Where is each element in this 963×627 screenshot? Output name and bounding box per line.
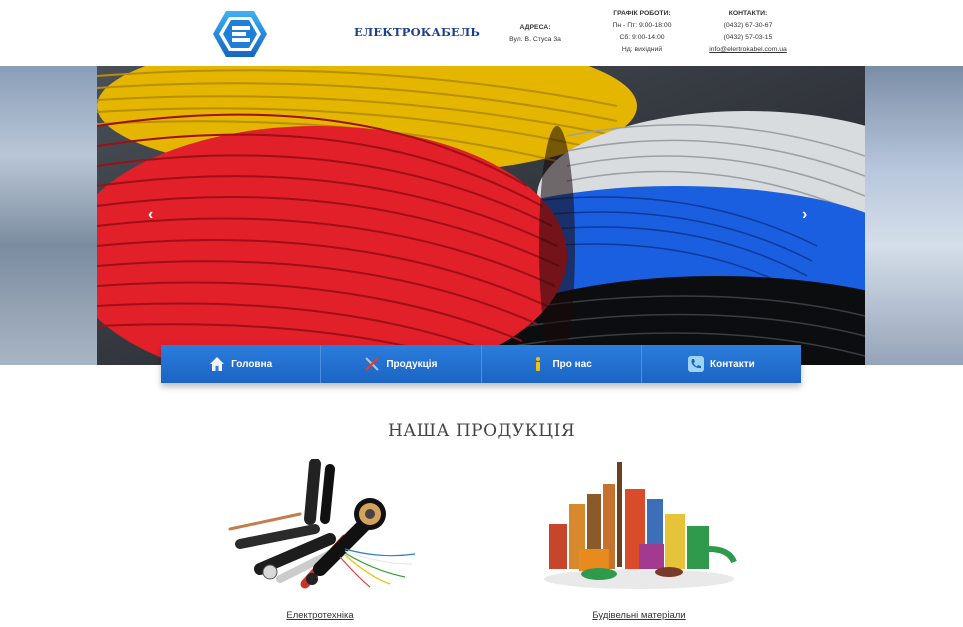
product-card-electrical[interactable]: Електротехніка bbox=[220, 458, 420, 621]
product-card-building[interactable]: Будівельні матеріали bbox=[539, 454, 739, 621]
nav-label-contacts: Контакти bbox=[709, 358, 755, 370]
address-block: АДРЕСА: Вул. В. Стуса 3а bbox=[500, 22, 570, 46]
product-label-building[interactable]: Будівельні матеріали bbox=[539, 610, 739, 621]
hours-saturday: Сб: 9:00-14:00 bbox=[619, 34, 665, 41]
nav-item-home[interactable]: Головна bbox=[161, 345, 322, 383]
address-line: Вул. В. Стуса 3а bbox=[509, 36, 561, 43]
phone-icon bbox=[687, 356, 704, 372]
chevron-left-icon[interactable]: ‹ bbox=[148, 206, 153, 224]
hours-sunday: Нд: вихідний bbox=[621, 46, 663, 53]
product-label-electrical[interactable]: Електротехніка bbox=[220, 610, 420, 621]
chevron-right-icon[interactable]: › bbox=[802, 206, 807, 224]
phone-1[interactable]: (0432) 67-30-67 bbox=[700, 20, 796, 32]
products-section-title: НАША ПРОДУКЦІЯ bbox=[387, 421, 576, 441]
phone-2[interactable]: (0432) 57-03-15 bbox=[700, 32, 796, 44]
hero-slider: ‹ › bbox=[0, 66, 963, 365]
nav-item-about[interactable]: Про нас bbox=[481, 345, 642, 383]
nav-label-home: Головна bbox=[231, 358, 273, 370]
hours-weekdays: Пн - Пт: 9:00-18:00 bbox=[612, 22, 672, 29]
main-nav: Головна Продукція Про нас Контакти bbox=[161, 345, 801, 383]
slider-next-preview bbox=[865, 66, 963, 365]
company-logo[interactable] bbox=[212, 9, 268, 59]
info-icon bbox=[536, 357, 541, 371]
nav-label-products: Продукція bbox=[386, 358, 438, 370]
hours-block: ГРАФІК РОБОТИ: Пн - Пт: 9:00-18:00 Сб: 9… bbox=[602, 8, 682, 56]
building-materials-image bbox=[544, 462, 737, 589]
email-link[interactable]: info@elertrokabel.com.ua bbox=[700, 44, 796, 56]
hours-title: ГРАФІК РОБОТИ: bbox=[613, 10, 671, 17]
nav-item-contacts[interactable]: Контакти bbox=[641, 345, 801, 383]
contacts-block: КОНТАКТИ: (0432) 67-30-67 (0432) 57-03-1… bbox=[700, 8, 796, 56]
nav-label-about: Про нас bbox=[552, 358, 592, 370]
brand-name: ЕЛЕКТРОКАБЕЛЬ bbox=[354, 25, 481, 39]
nav-item-products[interactable]: Продукція bbox=[321, 345, 482, 383]
tools-icon bbox=[365, 357, 380, 371]
contacts-title: КОНТАКТИ: bbox=[728, 10, 768, 17]
electrical-products-image bbox=[228, 458, 416, 589]
slider-prev-preview bbox=[0, 66, 97, 365]
address-title: АДРЕСА: bbox=[519, 24, 551, 31]
site-header: ЕЛЕКТРОКАБЕЛЬ АДРЕСА: Вул. В. Стуса 3а Г… bbox=[0, 0, 963, 66]
home-icon bbox=[210, 357, 225, 371]
slide-image-cables bbox=[97, 66, 865, 365]
